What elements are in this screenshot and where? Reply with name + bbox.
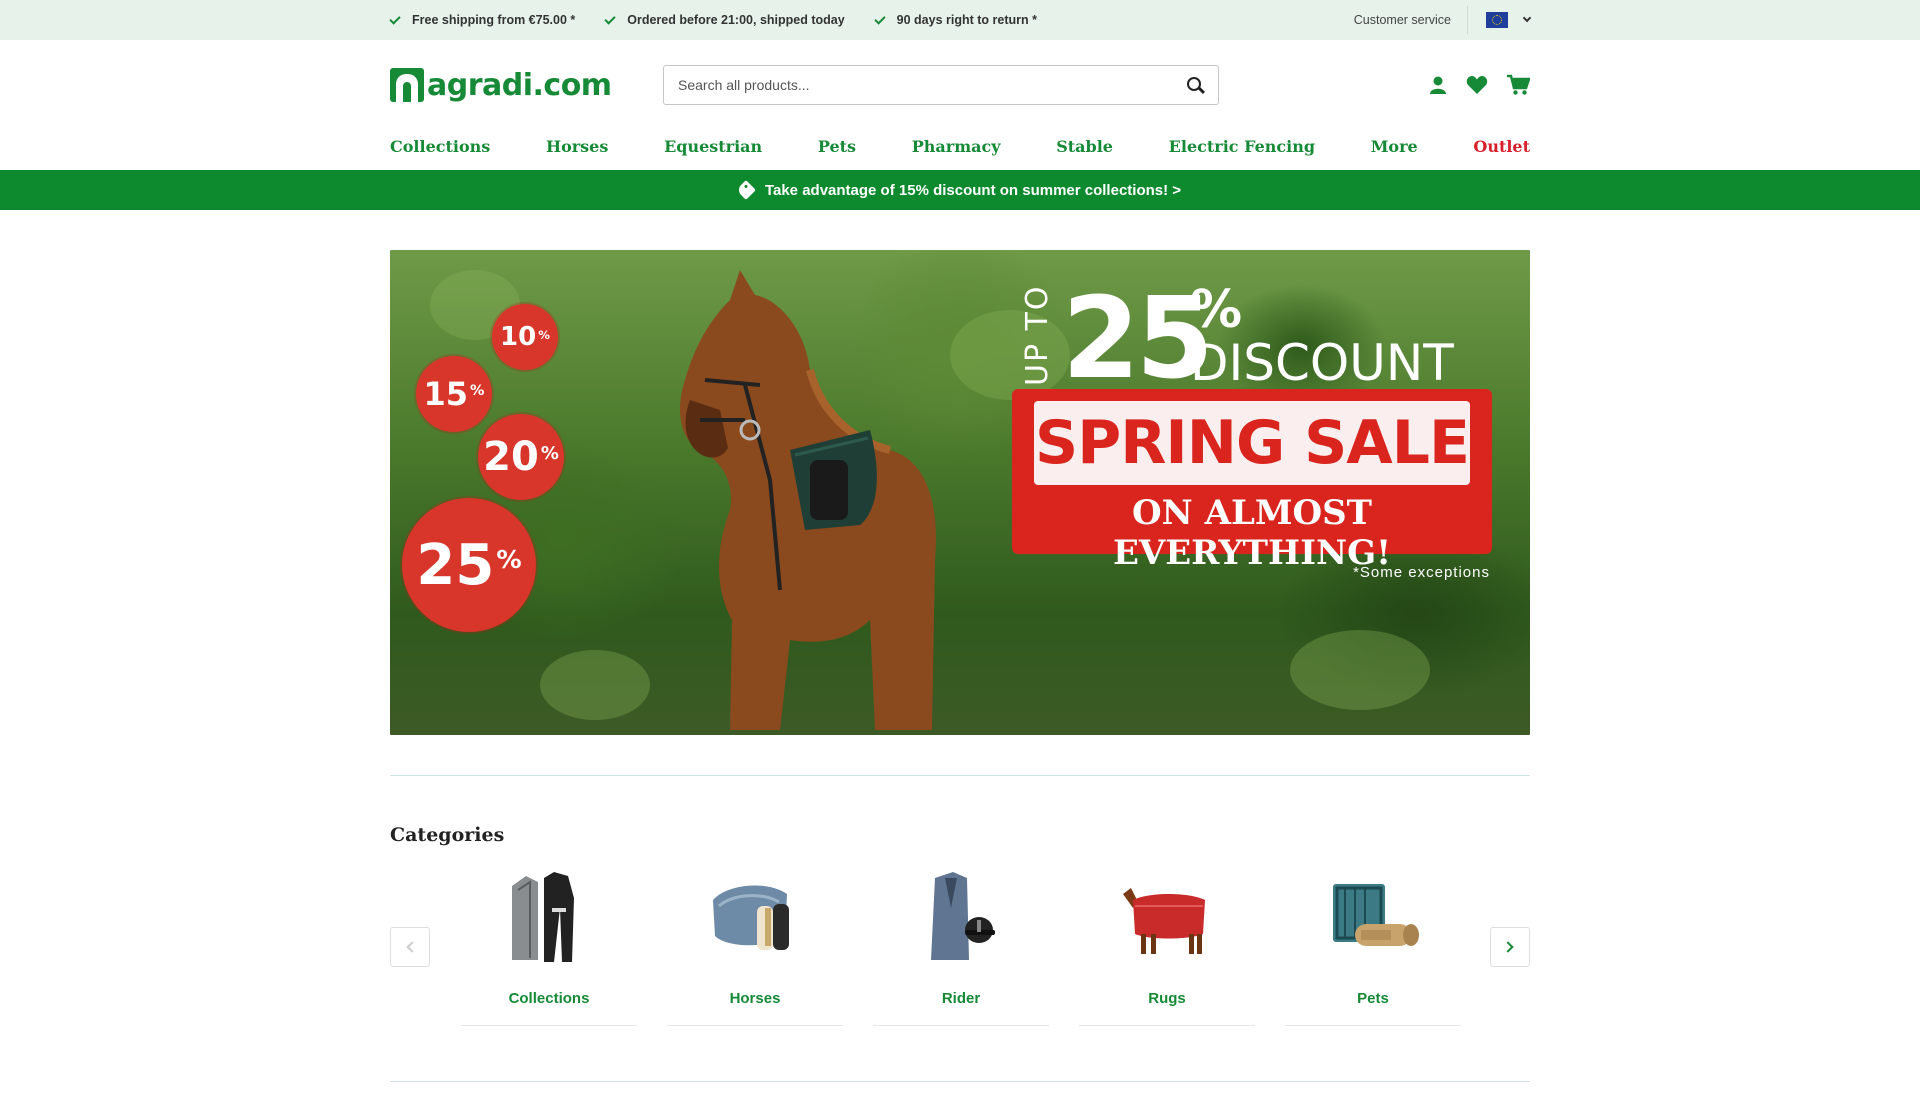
nav-outlet[interactable]: Outlet <box>1473 130 1530 156</box>
category-label: Horses <box>729 990 781 1007</box>
promo-text: Take advantage of 15% discount on summer… <box>764 181 1182 199</box>
cart-icon[interactable] <box>1506 74 1530 96</box>
bubble-value: 25 <box>416 532 495 598</box>
section-divider <box>390 775 1530 776</box>
sale-box: SPRING SALE ON ALMOST EVERYTHING! <box>1012 389 1492 573</box>
horse-image <box>680 270 936 730</box>
logo-mark-icon <box>390 68 424 102</box>
logo-text: agradi.com <box>427 67 612 103</box>
check-icon <box>604 12 616 25</box>
bubble-value: 20 <box>483 434 539 480</box>
categories-carousel: Collections Horses Rider Rugs Pets <box>390 866 1530 1026</box>
category-label: Rugs <box>1148 990 1186 1007</box>
check-icon <box>389 12 401 25</box>
nav-electric-fencing[interactable]: Electric Fencing <box>1169 130 1315 156</box>
category-label: Rider <box>941 990 981 1007</box>
site-header: agradi.com Collections Horses Eq <box>0 40 1920 170</box>
nav-pets[interactable]: Pets <box>818 130 856 156</box>
usp-bar: Free shipping from €75.00 * Ordered befo… <box>0 0 1920 40</box>
bubble-value: 15 <box>423 375 469 413</box>
discount-bubble: 10% <box>492 304 558 370</box>
category-label: Collections <box>508 990 590 1007</box>
usp-text: Ordered before 21:00, shipped today <box>627 13 845 27</box>
almost-everything-text: ON ALMOST EVERYTHING! <box>1112 493 1392 573</box>
category-image <box>705 868 805 968</box>
search-box <box>663 65 1219 105</box>
carousel-prev-button[interactable] <box>390 927 430 967</box>
big-percent: % <box>1190 280 1243 340</box>
category-card-rider[interactable]: Rider <box>873 866 1049 1026</box>
percent-sign: % <box>540 442 559 464</box>
discount-bubble: 15% <box>416 356 492 432</box>
usp-item: Free shipping from €75.00 * <box>389 12 576 27</box>
discount-bubble: 20% <box>478 414 564 500</box>
usp-item: Ordered before 21:00, shipped today <box>604 12 845 27</box>
discount-bubble: 25% <box>402 498 536 632</box>
nav-stable[interactable]: Stable <box>1056 130 1113 156</box>
hero-banner[interactable]: 10% 15% 20% 25% UP TO 25 % DISCOUNT SPRI… <box>390 250 1530 735</box>
eu-flag-icon[interactable] <box>1486 12 1508 28</box>
percent-sign: % <box>538 327 550 342</box>
spring-sale-text: SPRING SALE <box>1034 401 1470 485</box>
main-nav: Collections Horses Equestrian Pets Pharm… <box>390 130 1530 170</box>
category-image <box>1323 868 1423 968</box>
category-label: Pets <box>1357 990 1389 1007</box>
category-card-collections[interactable]: Collections <box>461 866 637 1026</box>
chevron-down-icon[interactable] <box>1522 13 1532 23</box>
nav-equestrian[interactable]: Equestrian <box>664 130 762 156</box>
categories-title: Categories <box>390 824 505 846</box>
tag-icon <box>736 180 756 200</box>
category-card-pets[interactable]: Pets <box>1285 866 1461 1026</box>
usp-text: 90 days right to return * <box>896 13 1037 27</box>
category-image <box>499 868 599 968</box>
check-icon <box>874 12 886 25</box>
section-divider <box>390 1081 1530 1082</box>
chevron-left-icon <box>406 941 418 953</box>
big-number: 25 <box>1062 274 1214 404</box>
nav-collections[interactable]: Collections <box>390 130 490 156</box>
bubble-value: 10 <box>500 322 537 352</box>
discount-text: DISCOUNT <box>1190 334 1454 392</box>
promo-bar[interactable]: Take advantage of 15% discount on summer… <box>0 170 1920 210</box>
customer-service-link[interactable]: Customer service <box>1354 6 1468 34</box>
category-card-rugs[interactable]: Rugs <box>1079 866 1255 1026</box>
usp-text: Free shipping from €75.00 * <box>412 13 576 27</box>
up-to-text: UP TO <box>1020 284 1055 386</box>
nav-more[interactable]: More <box>1371 130 1418 156</box>
percent-sign: % <box>496 545 522 575</box>
user-icon[interactable] <box>1428 75 1448 95</box>
nav-horses[interactable]: Horses <box>546 130 608 156</box>
exceptions-note: *Some exceptions <box>1353 564 1490 581</box>
category-image <box>1117 868 1217 968</box>
search-icon[interactable] <box>1187 76 1204 94</box>
category-card-horses[interactable]: Horses <box>667 866 843 1026</box>
heart-icon[interactable] <box>1466 75 1488 95</box>
logo[interactable]: agradi.com <box>390 68 630 103</box>
search-input[interactable] <box>678 77 1187 93</box>
carousel-next-button[interactable] <box>1490 927 1530 967</box>
category-image <box>911 868 1011 968</box>
nav-pharmacy[interactable]: Pharmacy <box>912 130 1001 156</box>
chevron-right-icon <box>1502 941 1514 953</box>
usp-item: 90 days right to return * <box>874 12 1037 27</box>
foliage <box>1290 630 1430 710</box>
percent-sign: % <box>470 383 485 400</box>
